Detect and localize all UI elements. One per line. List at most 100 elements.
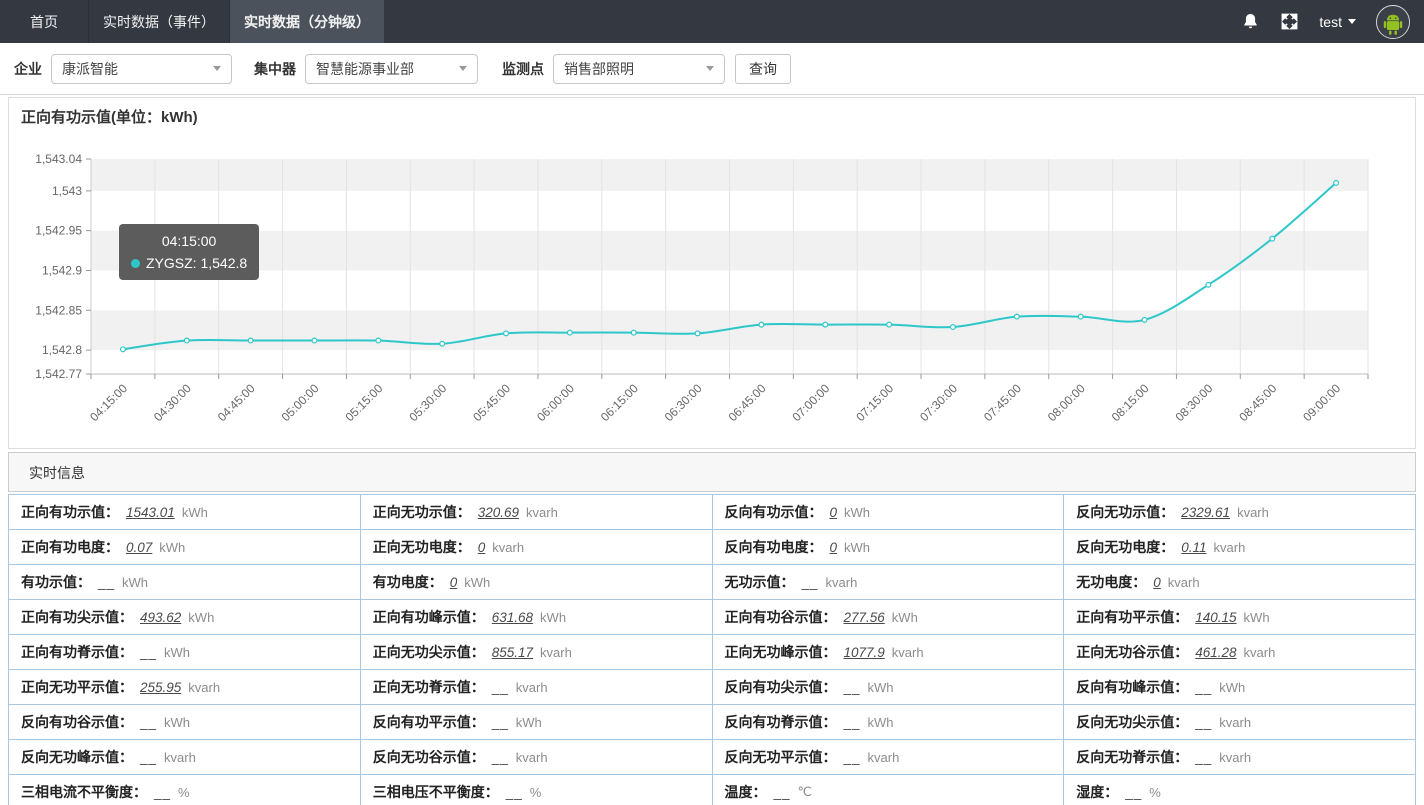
data-point-marker[interactable] bbox=[121, 347, 126, 352]
data-point-marker[interactable] bbox=[695, 331, 700, 336]
info-cell-empty-value: __ bbox=[774, 785, 791, 800]
info-cell: 反向无功电度：0.11kvarh bbox=[1064, 530, 1416, 565]
info-cell-value-link[interactable]: 2329.61 bbox=[1181, 505, 1230, 520]
info-cell-empty-value: __ bbox=[844, 715, 861, 730]
info-cell-label: 反向无功谷示值： bbox=[373, 747, 485, 767]
data-point-marker[interactable] bbox=[1270, 236, 1275, 241]
fullscreen-icon[interactable] bbox=[1280, 12, 1299, 31]
data-point-marker[interactable] bbox=[1014, 314, 1019, 319]
x-axis-label: 07:45:00 bbox=[981, 381, 1024, 424]
info-cell-label: 反向有功尖示值： bbox=[725, 677, 837, 697]
line-chart[interactable]: 1,542.771,542.81,542.851,542.91,542.951,… bbox=[9, 126, 1415, 444]
data-point-marker[interactable] bbox=[759, 322, 764, 327]
enterprise-select[interactable]: 康派智能 bbox=[51, 54, 232, 84]
info-cell: 反向无功平示值：__kvarh bbox=[713, 740, 1065, 775]
info-cell-unit: kvarh bbox=[1237, 505, 1269, 520]
info-cell-label: 反向无功峰示值： bbox=[21, 747, 133, 767]
info-cell: 有功示值：__kWh bbox=[9, 565, 361, 600]
bell-icon[interactable] bbox=[1241, 12, 1260, 31]
info-cell-empty-value: __ bbox=[98, 575, 115, 590]
info-cell-value-link[interactable]: 0 bbox=[478, 540, 486, 555]
nav-tab-realtime-event[interactable]: 实时数据（事件） bbox=[89, 0, 230, 43]
filter-bar: 企业 康派智能 集中器 智慧能源事业部 监测点 销售部照明 查询 bbox=[0, 43, 1424, 95]
data-point-marker[interactable] bbox=[376, 338, 381, 343]
x-axis-label: 06:45:00 bbox=[726, 381, 769, 424]
data-point-marker[interactable] bbox=[631, 330, 636, 335]
y-axis-label: 1,542.8 bbox=[42, 343, 82, 357]
info-cell-unit: kWh bbox=[540, 610, 566, 625]
data-point-marker[interactable] bbox=[951, 325, 956, 330]
x-axis-label: 05:45:00 bbox=[470, 381, 513, 424]
info-cell-value-link[interactable]: 0.07 bbox=[126, 540, 152, 555]
info-cell-value-link[interactable]: 1077.9 bbox=[844, 645, 885, 660]
info-cell-value-link[interactable]: 0 bbox=[830, 540, 838, 555]
data-point-marker[interactable] bbox=[1078, 314, 1083, 319]
data-point-marker[interactable] bbox=[248, 338, 253, 343]
data-point-marker[interactable] bbox=[1142, 317, 1147, 322]
info-cell-unit: ℃ bbox=[798, 784, 813, 800]
info-cell: 反向有功电度：0kWh bbox=[713, 530, 1065, 565]
data-point-marker[interactable] bbox=[1334, 180, 1339, 185]
info-cell-value-link[interactable]: 493.62 bbox=[140, 610, 181, 625]
chart-panel: 正向有功示值(单位：kWh) 1,542.771,542.81,542.851,… bbox=[8, 97, 1416, 449]
nav-tab-home[interactable]: 首页 bbox=[0, 0, 89, 43]
data-point-marker[interactable] bbox=[823, 322, 828, 327]
info-cell-value-link[interactable]: 320.69 bbox=[478, 505, 519, 520]
info-cell-value-link[interactable]: 277.56 bbox=[844, 610, 885, 625]
info-cell-value-link[interactable]: 461.28 bbox=[1195, 645, 1236, 660]
data-point-marker[interactable] bbox=[504, 331, 509, 336]
monitor-point-select[interactable]: 销售部照明 bbox=[553, 54, 725, 84]
info-cell-unit: kWh bbox=[868, 680, 894, 695]
info-cell-label: 正向无功谷示值： bbox=[1076, 642, 1188, 662]
info-cell-value-link[interactable]: 140.15 bbox=[1195, 610, 1236, 625]
info-cell-value-link[interactable]: 1543.01 bbox=[126, 505, 175, 520]
info-cell-label: 反向有功峰示值： bbox=[1076, 677, 1188, 697]
x-axis-label: 06:30:00 bbox=[662, 381, 705, 424]
info-cell-value-link[interactable]: 255.95 bbox=[140, 680, 181, 695]
info-cell-unit: kWh bbox=[188, 610, 214, 625]
data-point-marker[interactable] bbox=[440, 341, 445, 346]
info-cell-unit: kvarh bbox=[492, 540, 524, 555]
x-axis-label: 08:45:00 bbox=[1236, 381, 1279, 424]
info-cell-value-link[interactable]: 0 bbox=[450, 575, 458, 590]
info-cell-label: 正向有功平示值： bbox=[1076, 607, 1188, 627]
info-cell: 反向无功示值： 2329.61 kvarh bbox=[1064, 495, 1416, 530]
info-cell: 反向有功峰示值：__kWh bbox=[1064, 670, 1416, 705]
x-axis-label: 09:00:00 bbox=[1300, 381, 1343, 424]
data-point-marker[interactable] bbox=[567, 330, 572, 335]
data-point-marker[interactable] bbox=[184, 338, 189, 343]
info-cell-label: 正向有功脊示值： bbox=[21, 642, 133, 662]
nav-tab-realtime-minute[interactable]: 实时数据（分钟级） bbox=[230, 0, 384, 43]
x-axis-label: 06:15:00 bbox=[598, 381, 641, 424]
monitor-point-label: 监测点 bbox=[502, 59, 544, 79]
avatar[interactable] bbox=[1376, 5, 1410, 39]
info-cell-value-link[interactable]: 855.17 bbox=[492, 645, 533, 660]
info-cell: 反向有功尖示值：__kWh bbox=[713, 670, 1065, 705]
info-cell-value-link[interactable]: 0.11 bbox=[1181, 540, 1206, 555]
info-cell: 正向无功尖示值：855.17kvarh bbox=[361, 635, 713, 670]
data-point-marker[interactable] bbox=[887, 322, 892, 327]
info-cell-unit: kvarh bbox=[868, 750, 900, 765]
info-cell-value-link[interactable]: 0 bbox=[1153, 575, 1161, 590]
info-cell: 三相电压不平衡度：__% bbox=[361, 775, 713, 805]
info-cell-label: 反向无功示值： bbox=[1076, 502, 1174, 522]
x-axis-label: 04:15:00 bbox=[87, 381, 130, 424]
info-cell-empty-value: __ bbox=[154, 785, 171, 800]
info-cell: 无功示值：__kvarh bbox=[713, 565, 1065, 600]
info-cell-label: 三相电压不平衡度： bbox=[373, 782, 499, 802]
user-menu[interactable]: test bbox=[1319, 14, 1356, 30]
info-cell-label: 温度： bbox=[725, 782, 767, 802]
info-cell-empty-value: __ bbox=[492, 715, 509, 730]
info-cell-unit: kWh bbox=[164, 715, 190, 730]
chart-title: 正向有功示值(单位：kWh) bbox=[21, 106, 198, 127]
info-cell-unit: kvarh bbox=[516, 680, 548, 695]
info-cell-value-link[interactable]: 0 bbox=[830, 505, 838, 520]
x-axis-label: 08:00:00 bbox=[1045, 381, 1088, 424]
info-cell-label: 有功电度： bbox=[373, 572, 443, 592]
info-cell-unit: kvarh bbox=[164, 750, 196, 765]
data-point-marker[interactable] bbox=[1206, 282, 1211, 287]
query-button[interactable]: 查询 bbox=[735, 54, 791, 84]
info-cell-value-link[interactable]: 631.68 bbox=[492, 610, 533, 625]
data-point-marker[interactable] bbox=[312, 338, 317, 343]
concentrator-select[interactable]: 智慧能源事业部 bbox=[305, 54, 478, 84]
